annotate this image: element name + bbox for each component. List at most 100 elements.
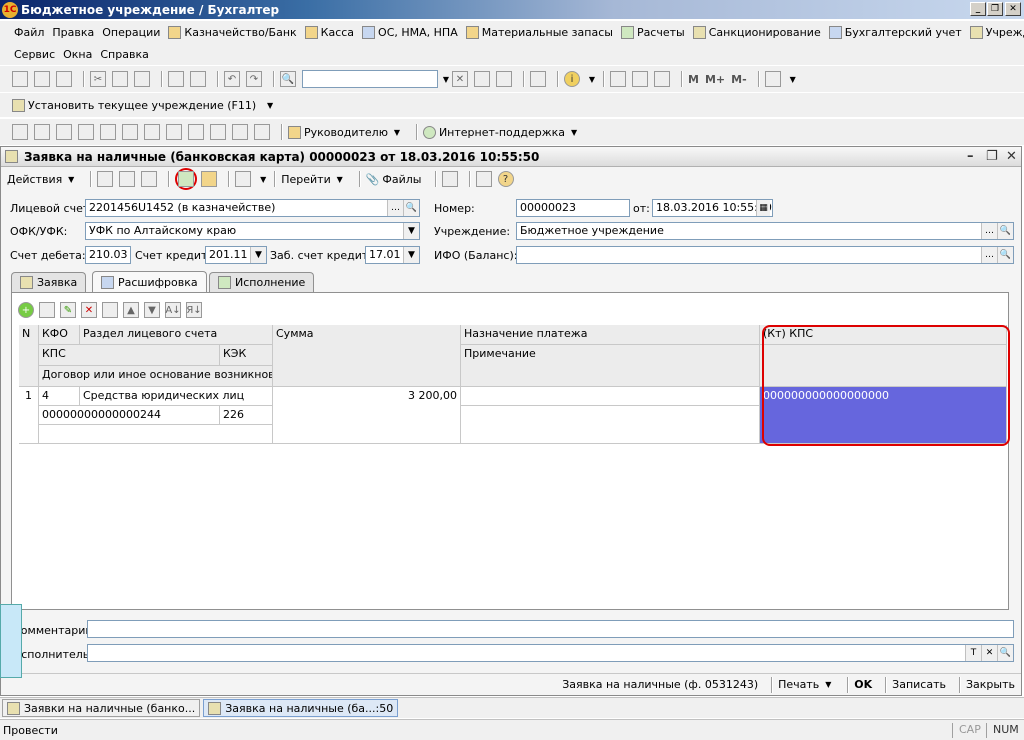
windows-icon[interactable] (530, 71, 546, 87)
account-select-button[interactable]: … (387, 200, 403, 216)
support-button[interactable]: Интернет-поддержка ▼ (422, 124, 580, 140)
toolbar2-dropdown-icon[interactable]: ▼ (264, 97, 276, 113)
tab-execution[interactable]: Исполнение (209, 272, 315, 292)
tools-icon[interactable] (764, 71, 781, 87)
menu-authorization[interactable]: Санкционирование (692, 25, 821, 39)
col-kfo-header[interactable]: КФО (39, 325, 80, 345)
post-close-icon[interactable] (97, 171, 114, 187)
close-form-button[interactable]: Закрыть (966, 678, 1015, 691)
report7-icon[interactable] (144, 124, 160, 140)
text-edit-icon[interactable]: T (965, 645, 981, 661)
row-contract-cell[interactable] (39, 425, 273, 444)
row-kps-cell[interactable]: 00000000000000244 (39, 406, 220, 425)
executor-field[interactable]: T ✕ 🔍 (87, 644, 1014, 662)
search-icon[interactable]: 🔍 (280, 71, 296, 87)
report11-icon[interactable] (232, 124, 248, 140)
executor-search-icon[interactable]: 🔍 (997, 645, 1013, 661)
info-icon[interactable]: i (564, 71, 580, 87)
report2-icon[interactable] (34, 124, 50, 140)
print-preview-icon[interactable] (190, 71, 206, 87)
cut-icon[interactable]: ✂ (90, 71, 106, 87)
credit-field[interactable]: 201.11 ▼ (205, 246, 267, 264)
copy-icon[interactable] (112, 71, 128, 87)
menu-treasury[interactable]: Казначейство/Банк (168, 25, 297, 39)
menu-cash[interactable]: Касса (304, 25, 354, 39)
save-button[interactable]: Записать (892, 678, 946, 691)
row-section-cell[interactable]: Средства юридических лиц (80, 387, 273, 406)
report10-icon[interactable] (210, 124, 226, 140)
report12-icon[interactable] (254, 124, 270, 140)
memory-plus-button[interactable]: M+ (705, 73, 725, 86)
date-field[interactable]: 18.03.2016 10:55:50 ▦ (652, 199, 773, 217)
sort-desc-icon[interactable]: Я↓ (186, 302, 202, 318)
paste-icon[interactable] (134, 71, 150, 87)
menu-windows[interactable]: Окна (63, 48, 92, 61)
number-field[interactable]: 00000023 (516, 199, 630, 217)
col-section-header[interactable]: Раздел лицевого счета (80, 325, 273, 345)
print-menu[interactable]: Печать ▼ (778, 677, 834, 693)
col-sum-header[interactable]: Сумма (273, 325, 461, 387)
menu-institution[interactable]: Учреждение (969, 25, 1024, 39)
menu-fixed-assets[interactable]: ОС, НМА, НПА (362, 25, 458, 39)
actions-menu[interactable]: Действия ▼ (7, 171, 77, 187)
institution-select-button[interactable]: … (981, 223, 997, 239)
doc-minimize-button[interactable]: – (967, 149, 974, 164)
sort-asc-icon[interactable]: A↓ (165, 302, 181, 318)
institution-search-icon[interactable]: 🔍 (997, 223, 1013, 239)
ofk-field[interactable]: УФК по Алтайскому краю ▼ (85, 222, 420, 240)
debit-field[interactable]: 210.03 (85, 246, 131, 264)
report3-icon[interactable] (56, 124, 72, 140)
col-contract-header[interactable]: Договор или иное основание возникнове... (39, 366, 273, 387)
set-current-institution-button[interactable]: Установить текущее учреждение (F11) (12, 98, 256, 112)
row-note-cell[interactable] (461, 406, 760, 444)
row-purpose-cell[interactable] (461, 387, 760, 406)
based-on-icon[interactable] (235, 171, 252, 187)
task-request-doc[interactable]: Заявка на наличные (ба...:50 (203, 699, 399, 717)
print-form-button[interactable]: Заявка на наличные (ф. 0531243) (562, 678, 758, 691)
files-button[interactable]: 📎 Файлы (366, 173, 422, 186)
delete-row-icon[interactable]: ✕ (81, 302, 97, 318)
col-purpose-header[interactable]: Назначение платежа (461, 325, 760, 345)
clear-search-icon[interactable]: ✕ (452, 71, 468, 87)
users-icon[interactable] (654, 71, 670, 87)
highlighted-fill-button[interactable] (175, 168, 198, 190)
move-down-icon[interactable]: ▼ (144, 302, 160, 318)
calendar-icon[interactable]: ▦ (756, 200, 770, 216)
memory-minus-button[interactable]: M- (731, 73, 747, 86)
edit-row-icon[interactable]: ✎ (60, 302, 76, 318)
refresh-icon[interactable] (119, 171, 136, 187)
account-field[interactable]: 2201456U1452 (в казначействе) … 🔍 (85, 199, 420, 217)
report4-icon[interactable] (78, 124, 94, 140)
doc-close-button[interactable]: ✕ (1006, 149, 1017, 164)
report9-icon[interactable] (188, 124, 204, 140)
task-requests-list[interactable]: Заявки на наличные (банко... (2, 699, 201, 717)
tools-dropdown-icon[interactable]: ▼ (787, 71, 799, 87)
col-kek-header[interactable]: КЭК (220, 345, 273, 366)
redo-icon[interactable]: ↷ (246, 71, 262, 87)
doc-restore-button[interactable]: ❐ (986, 149, 998, 164)
row-kek-cell[interactable]: 226 (220, 406, 273, 425)
report1-icon[interactable] (12, 124, 28, 140)
row-sum-cell[interactable]: 3 200,00 (273, 387, 461, 444)
report6-icon[interactable] (122, 124, 138, 140)
row-n-cell[interactable]: 1 (19, 387, 39, 444)
unpost-icon[interactable] (201, 171, 218, 187)
minimize-button[interactable]: _ (970, 2, 986, 16)
go-menu[interactable]: Перейти ▼ (281, 171, 346, 187)
menu-settlements[interactable]: Расчеты (620, 25, 685, 39)
end-edit-icon[interactable] (102, 302, 118, 318)
menu-service[interactable]: Сервис (14, 48, 55, 61)
calculator-icon[interactable] (610, 71, 626, 87)
row-kfo-cell[interactable]: 4 (39, 387, 80, 406)
search-input[interactable] (302, 70, 438, 88)
calendar-icon[interactable] (632, 71, 648, 87)
help-icon[interactable]: ? (497, 171, 514, 187)
clear-executor-icon[interactable]: ✕ (981, 645, 997, 661)
tab-breakdown[interactable]: Расшифровка (92, 271, 207, 292)
based-on-dropdown-icon[interactable]: ▼ (257, 171, 269, 187)
menu-materials[interactable]: Материальные запасы (465, 25, 613, 39)
undo-icon[interactable]: ↶ (224, 71, 240, 87)
copy-doc-icon[interactable] (141, 171, 158, 187)
col-note-header[interactable]: Примечание (461, 345, 760, 387)
side-panel-tab[interactable] (0, 604, 22, 678)
